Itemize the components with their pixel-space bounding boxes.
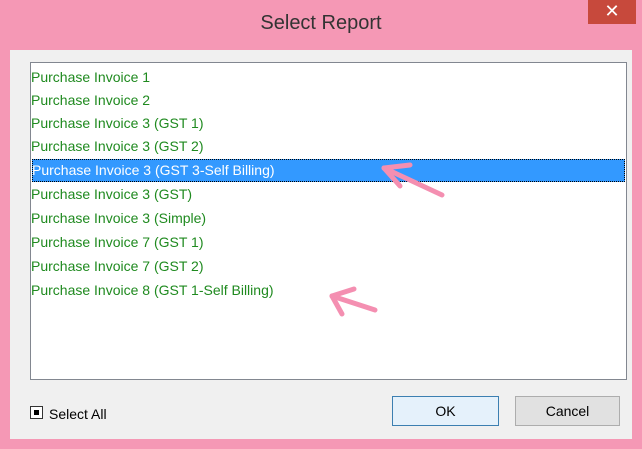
dialog-body: Purchase Invoice 1 Purchase Invoice 2 Pu… [10,50,632,439]
indeterminate-mark-icon [34,410,39,415]
select-all-checkbox[interactable] [30,406,43,419]
annotation-arrow-icon [329,286,378,317]
select-all-label[interactable]: Select All [49,404,107,424]
list-item[interactable]: Purchase Invoice 2 [31,89,150,112]
close-button[interactable]: ✕ [588,0,636,24]
list-item[interactable]: Purchase Invoice 7 (GST 2) [31,255,203,278]
list-item[interactable]: Purchase Invoice 3 (GST 2) [31,135,203,158]
list-item[interactable]: Purchase Invoice 3 (GST) [31,183,192,206]
list-item[interactable]: Purchase Invoice 3 (Simple) [31,207,206,230]
annotation-arrow-icon [381,162,445,198]
dialog-title: Select Report [260,12,382,34]
list-item-selected[interactable]: Purchase Invoice 3 (GST 3-Self Billing) [32,159,625,182]
select-report-dialog: Select Report ✕ Purchase Invoice 1 Purch… [0,0,642,449]
title-bar[interactable]: Select Report ✕ [0,0,642,50]
list-item[interactable]: Purchase Invoice 7 (GST 1) [31,231,203,254]
cancel-button[interactable]: Cancel [515,396,620,426]
ok-button[interactable]: OK [392,396,499,426]
close-icon: ✕ [604,1,620,22]
report-listbox[interactable]: Purchase Invoice 1 Purchase Invoice 2 Pu… [30,62,627,380]
list-item[interactable]: Purchase Invoice 1 [31,66,150,89]
list-item[interactable]: Purchase Invoice 8 (GST 1-Self Billing) [31,279,274,302]
list-item[interactable]: Purchase Invoice 3 (GST 1) [31,112,203,135]
